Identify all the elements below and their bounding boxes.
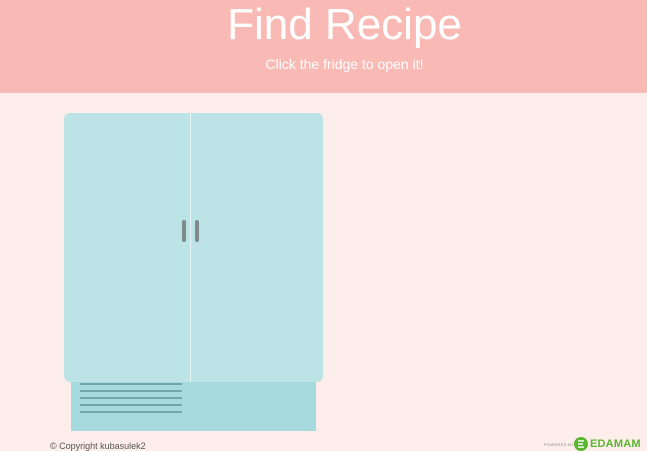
fridge-base bbox=[71, 375, 316, 431]
vent-line bbox=[80, 404, 182, 406]
door-divider bbox=[190, 113, 191, 382]
right-door-handle[interactable] bbox=[195, 220, 199, 242]
fridge[interactable] bbox=[64, 113, 323, 433]
vent-line bbox=[80, 397, 182, 399]
edamam-brand-text: EDAMAM bbox=[590, 438, 641, 450]
vent-line bbox=[80, 383, 182, 385]
vent-line bbox=[80, 411, 182, 413]
page-title: Find Recipe bbox=[227, 0, 462, 49]
edamam-logo-icon bbox=[574, 437, 588, 451]
fridge-left-door[interactable] bbox=[64, 113, 190, 382]
left-door-handle[interactable] bbox=[182, 220, 186, 242]
header: Find Recipe Click the fridge to open it! bbox=[0, 0, 647, 93]
powered-by-label: POWERED BY bbox=[544, 442, 575, 447]
vent-line bbox=[80, 390, 182, 392]
copyright-text: © Copyright kubasulek2 bbox=[50, 441, 146, 451]
fridge-vent bbox=[80, 383, 182, 418]
page-subtitle: Click the fridge to open it! bbox=[265, 56, 424, 72]
fridge-right-door[interactable] bbox=[191, 113, 323, 382]
